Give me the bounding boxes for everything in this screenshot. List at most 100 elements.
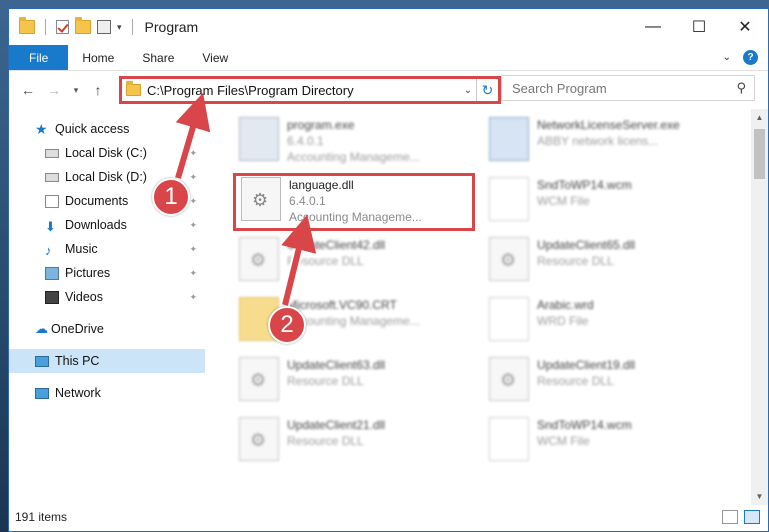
dll-file-icon bbox=[239, 357, 279, 401]
file-tile[interactable]: UpdateClient21.dll Resource DLL bbox=[235, 413, 475, 469]
customize-icon[interactable] bbox=[97, 20, 111, 34]
file-tile[interactable]: UpdateClient42.dll Resource DLL bbox=[235, 233, 475, 289]
file-tile[interactable]: Arabic.wrd WRD File bbox=[485, 293, 725, 349]
address-dropdown-icon[interactable]: ⌄ bbox=[460, 85, 476, 96]
sidebar-item-label: Documents bbox=[65, 194, 129, 208]
minimize-button[interactable]: — bbox=[630, 9, 676, 45]
address-path[interactable]: C:\Program Files\Program Directory bbox=[147, 83, 460, 98]
search-input[interactable]: Search Program ⚲ bbox=[501, 75, 755, 101]
file-name: UpdateClient65.dll bbox=[537, 238, 636, 252]
sidebar-item-label: This PC bbox=[55, 354, 100, 368]
file-icon bbox=[239, 117, 279, 161]
pin-icon[interactable]: ✦ bbox=[189, 244, 197, 255]
explorer-window: ▾ Program — ☐ ✕ File Home Share View ⌄ ?… bbox=[8, 8, 769, 532]
sidebar-item-label: Music bbox=[65, 242, 98, 256]
title-bar: ▾ Program — ☐ ✕ bbox=[9, 9, 768, 45]
sidebar-item-videos[interactable]: Videos ✦ bbox=[9, 285, 205, 309]
address-bar[interactable]: C:\Program Files\Program Directory ⌄ ↻ bbox=[119, 76, 501, 104]
computer-icon bbox=[35, 355, 49, 367]
sidebar-item-label: Videos bbox=[65, 290, 103, 304]
help-icon[interactable]: ? bbox=[743, 50, 758, 65]
close-button[interactable]: ✕ bbox=[722, 9, 768, 45]
sidebar-item-label: Local Disk (D:) bbox=[65, 170, 147, 184]
new-folder-icon[interactable] bbox=[75, 17, 91, 34]
folder-icon bbox=[126, 81, 141, 96]
tab-view[interactable]: View bbox=[188, 45, 242, 70]
sidebar-item-label: Quick access bbox=[55, 122, 130, 136]
refresh-icon[interactable]: ↻ bbox=[476, 79, 498, 101]
file-tile[interactable]: SndToWP14.wcm WCM File bbox=[485, 413, 725, 469]
qat-dropdown-icon[interactable]: ▾ bbox=[117, 22, 122, 33]
file-type: Resource DLL bbox=[287, 374, 364, 388]
file-tile[interactable]: NetworkLicenseServer.exe ABBY network li… bbox=[485, 113, 725, 169]
file-name: UpdateClient63.dll bbox=[287, 358, 386, 372]
forward-button[interactable]: → bbox=[43, 79, 65, 101]
dll-file-icon bbox=[489, 357, 529, 401]
file-tile[interactable]: UpdateClient65.dll Resource DLL bbox=[485, 233, 725, 289]
tab-share[interactable]: Share bbox=[128, 45, 188, 70]
up-button[interactable]: ↑ bbox=[87, 79, 109, 101]
file-icon bbox=[489, 177, 529, 221]
scroll-down-icon[interactable]: ▼ bbox=[751, 488, 768, 505]
music-icon: ♪ bbox=[45, 242, 52, 258]
star-icon: ★ bbox=[35, 120, 48, 137]
recent-locations-icon[interactable]: ▾ bbox=[69, 79, 83, 101]
sidebar-item-music[interactable]: ♪ Music ✦ bbox=[9, 237, 205, 261]
details-view-icon[interactable] bbox=[722, 510, 738, 524]
ribbon-right: ⌄ ? bbox=[723, 45, 768, 70]
sidebar-item-label: Local Disk (C:) bbox=[65, 146, 147, 160]
file-description: Accounting Manageme... bbox=[287, 150, 420, 164]
pin-icon[interactable]: ✦ bbox=[189, 148, 197, 159]
back-button[interactable]: ← bbox=[17, 79, 39, 101]
sidebar-item-network[interactable]: Network bbox=[9, 381, 205, 405]
tiles-view-icon[interactable] bbox=[744, 510, 760, 524]
file-icon bbox=[489, 117, 529, 161]
file-name: NetworkLicenseServer.exe bbox=[537, 118, 680, 132]
file-tile[interactable]: program.exe 6.4.0.1 Accounting Manageme.… bbox=[235, 113, 475, 169]
sidebar-item-pictures[interactable]: Pictures ✦ bbox=[9, 261, 205, 285]
pin-icon[interactable]: ✦ bbox=[189, 292, 197, 303]
pin-icon[interactable]: ✦ bbox=[189, 172, 197, 183]
file-name: program.exe bbox=[287, 118, 355, 132]
view-toggle bbox=[722, 510, 768, 524]
expand-ribbon-icon[interactable]: ⌄ bbox=[723, 52, 731, 63]
file-name: SndToWP14.wcm bbox=[537, 418, 632, 432]
disk-icon bbox=[45, 148, 59, 158]
network-icon bbox=[35, 387, 49, 399]
search-icon[interactable]: ⚲ bbox=[736, 80, 746, 96]
videos-icon bbox=[45, 290, 59, 304]
dll-file-icon bbox=[239, 237, 279, 281]
sidebar-item-this-pc[interactable]: This PC bbox=[9, 349, 205, 373]
file-name: UpdateClient42.dll bbox=[287, 238, 386, 252]
sidebar-item-label: Downloads bbox=[65, 218, 127, 232]
quick-access-toolbar: ▾ bbox=[9, 17, 137, 35]
file-tile[interactable]: UpdateClient19.dll Resource DLL bbox=[485, 353, 725, 409]
sidebar-item-local-disk-c[interactable]: Local Disk (C:) ✦ bbox=[9, 141, 205, 165]
sidebar-item-label: OneDrive bbox=[51, 322, 104, 336]
file-tile[interactable]: SndToWP14.wcm WCM File bbox=[485, 173, 725, 229]
sidebar-item-quick-access[interactable]: ★ Quick access bbox=[9, 117, 205, 141]
pin-icon[interactable]: ✦ bbox=[189, 220, 197, 231]
item-count: 191 items bbox=[15, 510, 68, 524]
properties-check-icon[interactable] bbox=[56, 20, 69, 34]
pictures-icon bbox=[45, 266, 59, 280]
vertical-scrollbar[interactable]: ▲ ▼ bbox=[751, 109, 768, 505]
scroll-up-icon[interactable]: ▲ bbox=[751, 109, 768, 126]
file-name: SndToWP14.wcm bbox=[537, 178, 632, 192]
file-type: Resource DLL bbox=[537, 374, 614, 388]
scroll-thumb[interactable] bbox=[754, 129, 765, 179]
file-type: WCM File bbox=[537, 434, 590, 448]
pin-icon[interactable]: ✦ bbox=[189, 196, 197, 207]
pin-icon[interactable]: ✦ bbox=[189, 268, 197, 279]
file-type: Resource DLL bbox=[287, 254, 364, 268]
tab-file[interactable]: File bbox=[9, 45, 69, 70]
downloads-icon: ⬇ bbox=[45, 218, 56, 234]
tab-home[interactable]: Home bbox=[68, 45, 128, 70]
file-type: Resource DLL bbox=[537, 254, 614, 268]
file-description: ABBY network licens... bbox=[537, 134, 659, 148]
file-name: UpdateClient21.dll bbox=[287, 418, 386, 432]
sidebar-item-downloads[interactable]: ⬇ Downloads ✦ bbox=[9, 213, 205, 237]
sidebar-item-onedrive[interactable]: ☁ OneDrive bbox=[9, 317, 205, 341]
maximize-button[interactable]: ☐ bbox=[676, 9, 722, 45]
file-tile[interactable]: UpdateClient63.dll Resource DLL bbox=[235, 353, 475, 409]
